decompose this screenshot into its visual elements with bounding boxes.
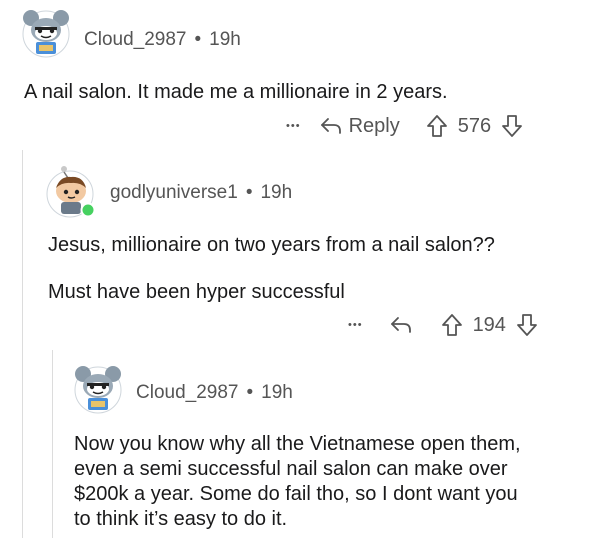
upvote-arrow-icon <box>426 115 447 137</box>
comment-body: Jesus, millionaire on two years from a n… <box>48 233 495 305</box>
downvote-arrow-icon <box>502 115 522 137</box>
upvote-arrow-icon <box>441 314 462 336</box>
upvote-button[interactable] <box>441 313 463 337</box>
downvote-button[interactable] <box>501 114 523 138</box>
downvote-arrow-icon <box>517 314 537 336</box>
upvote-button[interactable] <box>426 114 448 138</box>
avatar[interactable] <box>72 362 124 414</box>
comment-text-line: even a semi successful nail salon can ma… <box>74 458 508 480</box>
snoo-avatar-icon <box>46 166 96 218</box>
timestamp[interactable]: 19h <box>209 29 241 51</box>
reply-arrow-icon <box>390 317 411 333</box>
timestamp[interactable]: 19h <box>260 182 292 204</box>
avatar[interactable] <box>20 6 72 58</box>
vote-score: 194 <box>472 313 506 336</box>
more-options-button[interactable]: ••• <box>286 120 301 132</box>
comment-text-line: to think it’s easy to do it. <box>74 508 288 530</box>
reply-button[interactable] <box>389 315 413 335</box>
separator-dot: • <box>194 29 202 50</box>
comment-actions: ••• 194 <box>348 313 538 337</box>
more-options-button[interactable]: ••• <box>348 319 363 331</box>
comment-text-line: $200k a year. Some do fail tho, so I don… <box>74 483 518 505</box>
reply-button[interactable]: Reply <box>319 115 400 138</box>
username[interactable]: godlyuniverse1 <box>110 182 238 204</box>
username[interactable]: Cloud_2987 <box>136 382 238 404</box>
snoo-avatar-icon <box>74 366 122 414</box>
username[interactable]: Cloud_2987 <box>84 29 186 51</box>
reply-label: Reply <box>348 114 400 137</box>
avatar[interactable] <box>46 164 98 220</box>
comment-text-line: Must have been hyper successful <box>48 281 345 303</box>
vote-score: 576 <box>457 114 492 137</box>
comment-actions: ••• Reply 576 <box>286 114 523 138</box>
online-status-indicator <box>80 202 96 218</box>
comment-text-line: Jesus, millionaire on two years from a n… <box>48 234 495 256</box>
comment-text-line: Now you know why all the Vietnamese open… <box>74 433 521 455</box>
separator-dot: • <box>246 382 254 403</box>
thread-line[interactable] <box>52 350 53 538</box>
separator-dot: • <box>245 182 253 203</box>
comment-text-line: A nail salon. It made me a millionaire i… <box>24 81 448 103</box>
comment-body: A nail salon. It made me a millionaire i… <box>24 80 448 105</box>
downvote-button[interactable] <box>516 313 538 337</box>
reply-arrow-icon <box>320 118 341 134</box>
comment-body: Now you know why all the Vietnamese open… <box>74 432 521 532</box>
timestamp[interactable]: 19h <box>261 382 293 404</box>
thread-line[interactable] <box>22 150 23 538</box>
snoo-avatar-icon <box>22 10 70 58</box>
